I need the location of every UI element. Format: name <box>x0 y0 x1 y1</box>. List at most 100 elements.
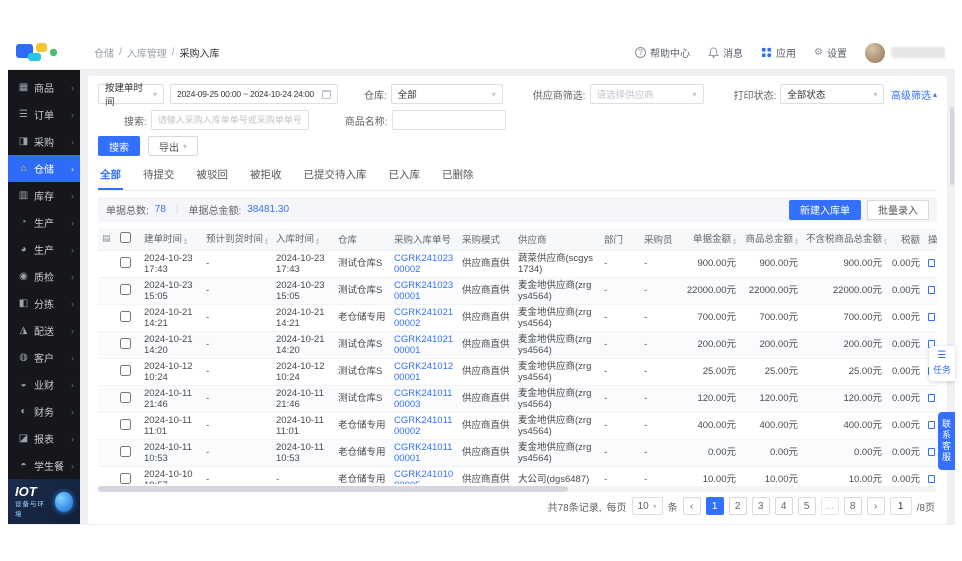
order-no-link[interactable]: CGRK241023 00002 <box>394 253 453 275</box>
iot-logo-text: IOT <box>15 485 50 498</box>
sidebar-item-sorting[interactable]: ◧分拣› <box>8 290 80 317</box>
table-settings-icon[interactable]: ▤ <box>102 233 111 243</box>
date-range-input[interactable]: 2024-09-25 00:00 ~ 2024-10-24 24:00 <box>170 84 338 104</box>
per-page-select[interactable]: 10 ▾ <box>632 497 663 515</box>
warehouse-select[interactable]: 全部 ▾ <box>391 84 503 104</box>
breadcrumb-item[interactable]: 仓储 <box>94 45 114 60</box>
sort-icon[interactable]: ▴▾ <box>316 238 319 247</box>
order-no-link[interactable]: CGRK241023 00001 <box>394 280 453 302</box>
page-button-2[interactable]: 2 <box>729 497 747 515</box>
tab-0[interactable]: 全部 <box>98 164 123 190</box>
print-status-select[interactable]: 全部状态 ▾ <box>780 84 884 104</box>
prev-page-button[interactable]: ‹ <box>683 497 701 515</box>
batch-entry-button[interactable]: 批量录入 <box>867 200 929 220</box>
task-float-button[interactable]: ☰ 任务 <box>929 346 955 381</box>
page-button-4[interactable]: 4 <box>775 497 793 515</box>
page-button-5[interactable]: 5 <box>798 497 816 515</box>
page-button-3[interactable]: 3 <box>752 497 770 515</box>
tab-5[interactable]: 已入库 <box>387 164 423 190</box>
row-checkbox[interactable] <box>120 392 131 403</box>
sort-icon[interactable]: ▴▾ <box>795 238 798 247</box>
search-input[interactable] <box>151 110 309 130</box>
sidebar-item-production-2[interactable]: ◕生产› <box>8 236 80 263</box>
row-checkbox[interactable] <box>120 365 131 376</box>
tab-6[interactable]: 已删除 <box>440 164 476 190</box>
sidebar-item-warehouse[interactable]: ⌂仓储› <box>8 155 80 182</box>
cell-dept: - <box>600 250 640 277</box>
copy-icon[interactable] <box>928 475 935 483</box>
row-checkbox[interactable] <box>120 338 131 349</box>
order-no-link[interactable]: CGRK241011 00003 <box>394 388 452 410</box>
next-page-button[interactable]: › <box>867 497 885 515</box>
avatar[interactable] <box>865 43 885 63</box>
product-name-input[interactable] <box>392 110 506 130</box>
sort-icon[interactable]: ▴▾ <box>265 238 268 247</box>
sort-icon[interactable]: ▴▾ <box>884 238 886 247</box>
supplier-select[interactable]: 请选择供应商 ▾ <box>590 84 704 104</box>
table-body: 2024-10-23 17:43-2024-10-23 17:43测试仓库SCG… <box>98 250 937 484</box>
search-button[interactable]: 搜索 <box>98 136 140 156</box>
sidebar-item-reports[interactable]: ◪报表› <box>8 425 80 452</box>
quality-check-icon: ◉ <box>17 271 30 282</box>
topbar-apps[interactable]: 应用 <box>761 45 796 60</box>
copy-icon[interactable] <box>928 313 935 321</box>
breadcrumb-item[interactable]: 采购入库 <box>180 45 220 60</box>
select-all-checkbox[interactable] <box>120 232 131 243</box>
cell-buyer: - <box>640 358 682 385</box>
sidebar-item-goods[interactable]: ▦商品› <box>8 74 80 101</box>
sidebar-item-delivery[interactable]: ◮配送› <box>8 317 80 344</box>
sidebar-item-production[interactable]: ◔生产› <box>8 209 80 236</box>
order-no-link[interactable]: CGRK241021 00002 <box>394 307 453 329</box>
row-checkbox[interactable] <box>120 257 131 268</box>
cell-expected: - <box>202 277 272 304</box>
copy-icon[interactable] <box>928 394 935 402</box>
copy-icon[interactable] <box>928 259 935 267</box>
cell-expand <box>98 358 116 385</box>
order-no-link[interactable]: CGRK241010 00005 <box>394 469 453 485</box>
tab-4[interactable]: 已提交待入库 <box>302 164 369 190</box>
sidebar-item-quality-check[interactable]: ◉质检› <box>8 263 80 290</box>
topbar-settings[interactable]: ⚙设置 <box>814 45 847 60</box>
contact-support-button[interactable]: 联系客服 <box>938 412 955 470</box>
row-checkbox[interactable] <box>120 311 131 322</box>
row-checkbox[interactable] <box>120 284 131 295</box>
doc-amount-value: 38481.30 <box>247 204 289 215</box>
order-no-link[interactable]: CGRK241011 00002 <box>394 415 452 437</box>
copy-icon[interactable] <box>928 448 935 456</box>
sidebar-item-inventory[interactable]: ▥库存› <box>8 182 80 209</box>
sidebar-item-biz-finance[interactable]: ◒业财› <box>8 371 80 398</box>
vertical-scrollbar-thumb[interactable] <box>950 107 954 185</box>
sort-icon[interactable]: ▴▾ <box>733 238 736 247</box>
tab-1[interactable]: 待提交 <box>141 164 177 190</box>
copy-icon[interactable] <box>928 421 935 429</box>
sidebar-item-procurement[interactable]: ◨采购› <box>8 128 80 155</box>
topbar-help[interactable]: ?帮助中心 <box>635 45 690 60</box>
row-checkbox[interactable] <box>120 419 131 430</box>
row-checkbox[interactable] <box>120 473 131 484</box>
time-type-select[interactable]: 按建单时间 ▾ <box>98 84 164 104</box>
create-inbound-button[interactable]: 新建入库单 <box>789 200 861 220</box>
tab-2[interactable]: 被驳回 <box>195 164 231 190</box>
page-button-8[interactable]: 8 <box>844 497 862 515</box>
copy-icon[interactable] <box>928 286 935 294</box>
topbar-message[interactable]: 消息 <box>708 45 743 60</box>
horizontal-scrollbar-thumb[interactable] <box>98 486 568 492</box>
order-no-link[interactable]: CGRK241012 00001 <box>394 361 453 383</box>
sidebar-item-customers[interactable]: ◍客户› <box>8 344 80 371</box>
cell-buyer: - <box>640 304 682 331</box>
export-button[interactable]: 导出 ▾ <box>148 136 198 156</box>
page-button-1[interactable]: 1 <box>706 497 724 515</box>
order-no-link[interactable]: CGRK241011 00001 <box>394 442 452 464</box>
cell-supplier: 麦金地供应商(zrgys4564) <box>514 277 600 304</box>
sort-icon[interactable]: ▴▾ <box>184 238 187 247</box>
sidebar-item-finance[interactable]: ◐财务› <box>8 398 80 425</box>
order-no-link[interactable]: CGRK241021 00001 <box>394 334 453 356</box>
sidebar-item-student-meal[interactable]: ◓学生餐› <box>8 452 80 479</box>
sidebar-item-orders[interactable]: ☰订单› <box>8 101 80 128</box>
tab-3[interactable]: 被拒收 <box>248 164 284 190</box>
advanced-filter-link[interactable]: 高级筛选 ▴ <box>891 87 937 102</box>
breadcrumb-item[interactable]: 入库管理 <box>127 45 167 60</box>
row-checkbox[interactable] <box>120 446 131 457</box>
brand-logo[interactable] <box>14 41 80 65</box>
page-jump-input[interactable] <box>890 497 912 515</box>
